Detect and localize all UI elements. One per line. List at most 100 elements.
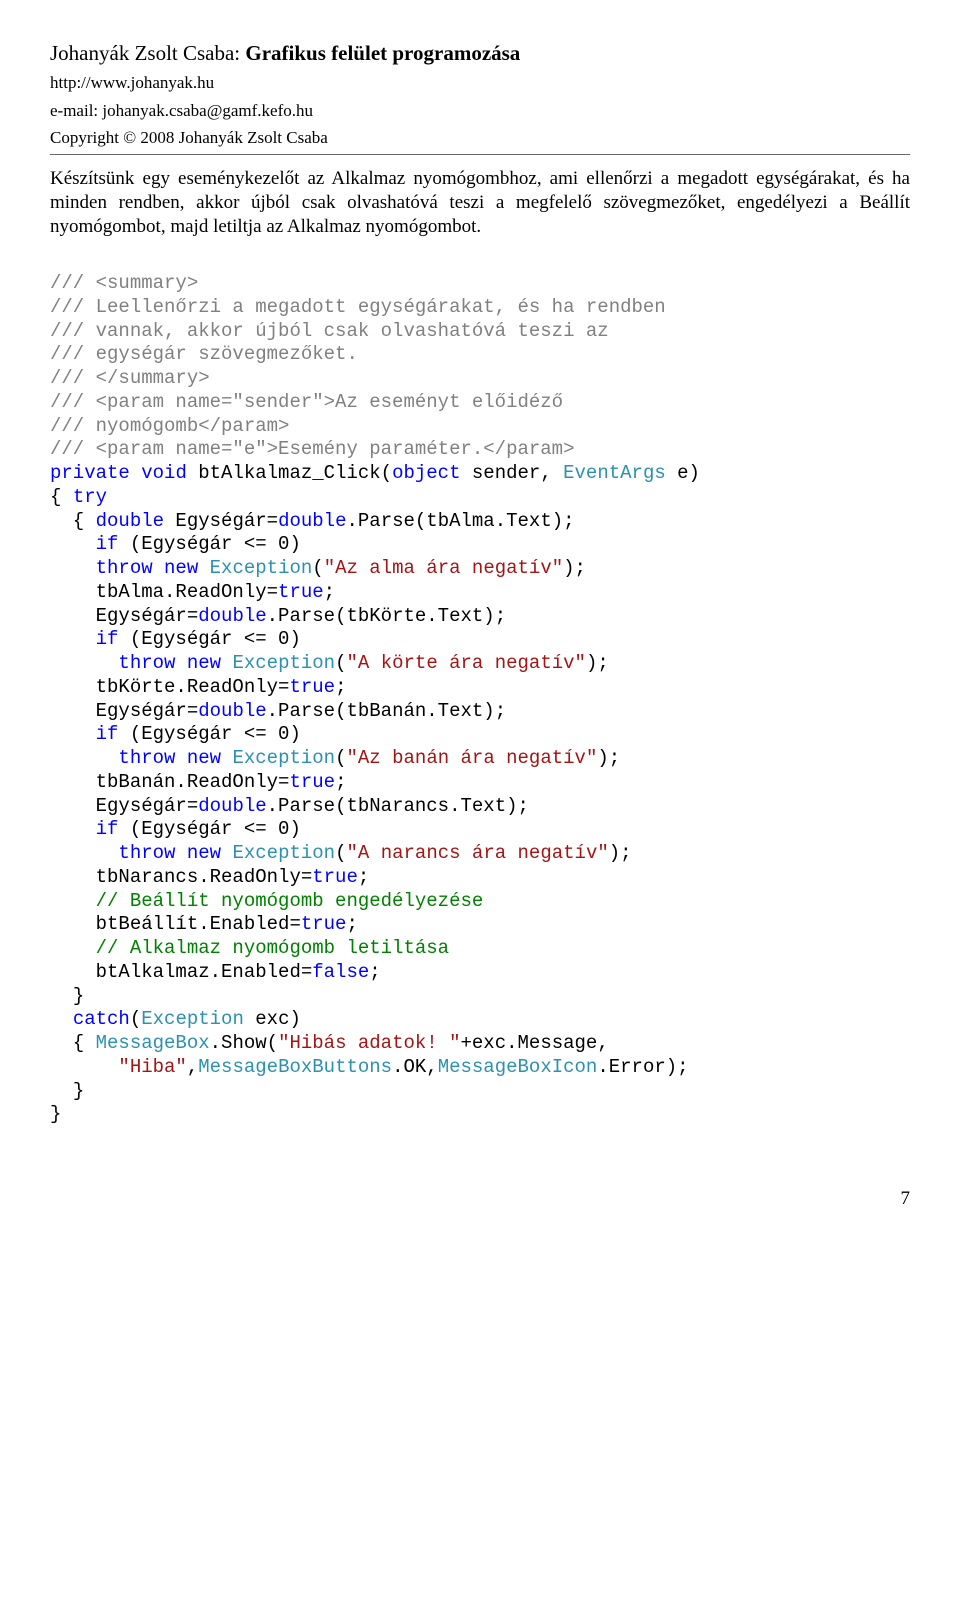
code-block: /// <summary> /// Leellenőrzi a megadott… [50, 248, 910, 1127]
type: MessageBox [96, 1032, 210, 1054]
keyword: double [198, 700, 266, 722]
code: tbBanán.ReadOnly= [50, 771, 289, 793]
keyword: if [96, 723, 119, 745]
indent [50, 533, 96, 555]
code: (Egységár <= 0) [118, 628, 300, 650]
keyword: object [392, 462, 460, 484]
code: ); [597, 747, 620, 769]
param: e) [666, 462, 700, 484]
code: ); [609, 842, 632, 864]
code: btBeállít.Enabled= [50, 913, 301, 935]
keyword: private [50, 462, 130, 484]
keyword: true [301, 913, 347, 935]
keyword: new [187, 747, 221, 769]
code: ; [369, 961, 380, 983]
indent [50, 557, 96, 579]
doc-comment: /// <param name="sender">Az eseményt elő… [50, 391, 563, 413]
keyword: false [312, 961, 369, 983]
header-email: e-mail: johanyak.csaba@gamf.kefo.hu [50, 100, 910, 121]
code: Egységár= [164, 510, 278, 532]
code: .Error); [597, 1056, 688, 1078]
type: MessageBoxIcon [438, 1056, 598, 1078]
code: , [187, 1056, 198, 1078]
code: .Parse(tbNarancs.Text); [267, 795, 529, 817]
header-separator [50, 154, 910, 155]
string: "Az alma ára negatív" [324, 557, 563, 579]
comment: // Alkalmaz nyomógomb letiltása [50, 937, 449, 959]
code: (Egységár <= 0) [118, 818, 300, 840]
keyword: double [278, 510, 346, 532]
brace: { [50, 486, 73, 508]
indent [50, 747, 118, 769]
code: ; [335, 676, 346, 698]
indent [50, 818, 96, 840]
code: (Egységár <= 0) [118, 723, 300, 745]
code: ( [335, 652, 346, 674]
code: .Parse(tbAlma.Text); [346, 510, 574, 532]
string: "A körte ára negatív" [347, 652, 586, 674]
keyword: if [96, 818, 119, 840]
code: ); [563, 557, 586, 579]
header-author: Johanyák Zsolt Csaba: [50, 41, 245, 65]
code: ( [312, 557, 323, 579]
code: Egységár= [50, 795, 198, 817]
page-number: 7 [50, 1187, 910, 1211]
keyword: try [73, 486, 107, 508]
doc-comment: /// <param name="e">Esemény paraméter.</… [50, 438, 575, 460]
code: .Parse(tbKörte.Text); [267, 605, 506, 627]
string: "A narancs ára negatív" [347, 842, 609, 864]
keyword: double [96, 510, 164, 532]
type: MessageBoxButtons [198, 1056, 392, 1078]
header-url: http://www.johanyak.hu [50, 72, 910, 93]
keyword: double [198, 795, 266, 817]
code: ); [586, 652, 609, 674]
keyword: new [187, 842, 221, 864]
doc-comment: /// nyomógomb</param> [50, 415, 289, 437]
brace: { [50, 510, 96, 532]
type: Exception [210, 557, 313, 579]
keyword: if [96, 628, 119, 650]
code: Egységár= [50, 700, 198, 722]
indent [50, 628, 96, 650]
code: ; [324, 581, 335, 603]
code: ( [335, 747, 346, 769]
indent [50, 652, 118, 674]
type: Exception [232, 842, 335, 864]
keyword: new [187, 652, 221, 674]
indent [50, 842, 118, 864]
doc-comment: /// </summary> [50, 367, 210, 389]
indent [50, 1056, 118, 1078]
doc-comment: /// Leellenőrzi a megadott egységárakat,… [50, 296, 666, 318]
code: btAlkalmaz.Enabled= [50, 961, 312, 983]
keyword: true [312, 866, 358, 888]
code: tbKörte.ReadOnly= [50, 676, 289, 698]
keyword: throw [118, 747, 175, 769]
brace: } [73, 985, 84, 1007]
keyword: true [289, 771, 335, 793]
code: +exc.Message, [461, 1032, 609, 1054]
brace: } [50, 1103, 61, 1125]
brace: } [73, 1080, 84, 1102]
code: { [50, 1032, 96, 1054]
code: .OK, [392, 1056, 438, 1078]
doc-comment: /// <summary> [50, 272, 198, 294]
code: (Egységár <= 0) [118, 533, 300, 555]
indent [50, 1080, 73, 1102]
code: .Parse(tbBanán.Text); [267, 700, 506, 722]
keyword: true [278, 581, 324, 603]
code: exc) [244, 1008, 301, 1030]
keyword: throw [118, 842, 175, 864]
code: ; [346, 913, 357, 935]
header-doc-title: Grafikus felület programozása [245, 41, 520, 65]
string: "Az banán ára negatív" [347, 747, 598, 769]
param: sender, [461, 462, 564, 484]
code: ( [130, 1008, 141, 1030]
header-title: Johanyák Zsolt Csaba: Grafikus felület p… [50, 40, 910, 66]
type: Exception [141, 1008, 244, 1030]
comment: // Beállít nyomógomb engedélyezése [50, 890, 483, 912]
keyword: throw [96, 557, 153, 579]
string: "Hiba" [118, 1056, 186, 1078]
keyword: catch [73, 1008, 130, 1030]
indent [50, 723, 96, 745]
intro-paragraph: Készítsünk egy eseménykezelőt az Alkalma… [50, 167, 910, 238]
